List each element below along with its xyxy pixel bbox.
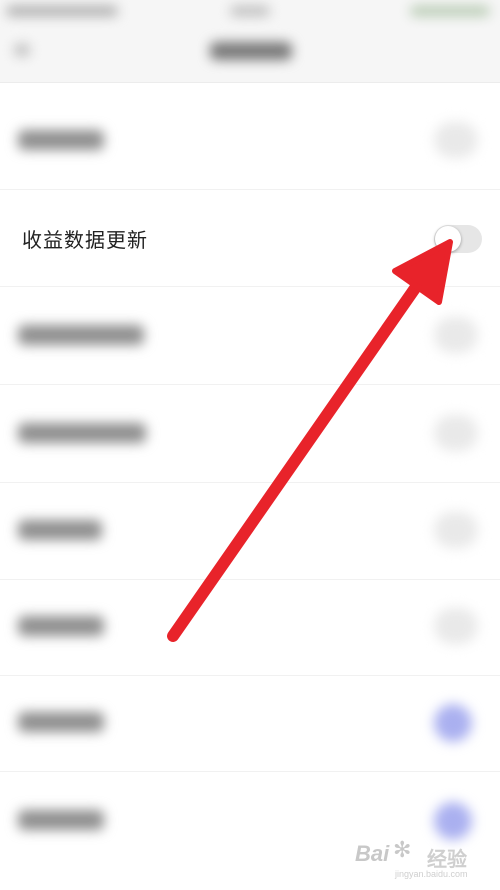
watermark-url: jingyan.baidu.com [395,869,468,879]
annotation-arrow-icon [167,239,453,642]
baidu-jingyan-watermark: Bai ✻ 经验 jingyan.baidu.com [355,835,495,885]
watermark-brand: Bai [355,841,390,866]
watermark-brand-cn: 经验 [427,849,467,871]
paw-icon: ✻ [393,837,412,862]
